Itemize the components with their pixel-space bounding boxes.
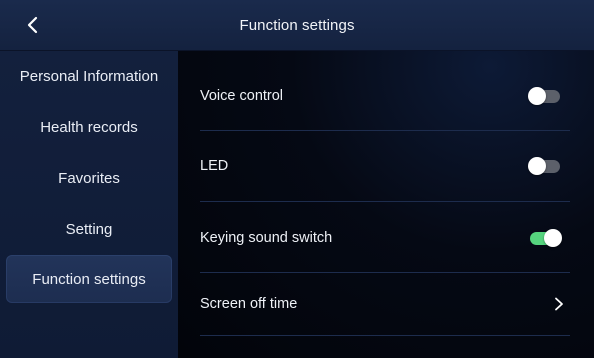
sidebar-item-favorites[interactable]: Favorites (6, 154, 172, 202)
sidebar: Personal Information Health records Favo… (0, 51, 178, 358)
settings-panel: Voice control LED Keying sound switch Sc… (178, 51, 594, 358)
sidebar-item-label: Setting (65, 220, 113, 238)
voice-control-label: Voice control (200, 88, 284, 104)
toggle-knob (528, 156, 546, 175)
sidebar-item-label: Personal Information (19, 67, 159, 85)
divider (200, 335, 570, 336)
toggle-knob (528, 86, 546, 105)
toggle-knob (544, 228, 562, 247)
sidebar-item-personal-information[interactable]: Personal Information (6, 52, 172, 100)
led-row: LED (200, 131, 570, 201)
keying-sound-toggle[interactable] (530, 228, 562, 247)
keying-sound-row: Keying sound switch (200, 203, 570, 273)
page-title: Function settings (239, 17, 355, 34)
voice-control-row: Voice control (200, 61, 570, 131)
sidebar-item-label: Health records (40, 118, 138, 136)
sidebar-item-function-settings[interactable]: Function settings (6, 255, 172, 303)
sidebar-item-label: Function settings (32, 270, 146, 288)
chevron-right-icon (552, 297, 566, 311)
screen-off-time-row[interactable]: Screen off time (200, 269, 570, 339)
divider (200, 201, 570, 202)
led-label: LED (200, 158, 229, 174)
sidebar-item-health-records[interactable]: Health records (6, 103, 172, 151)
keying-sound-label: Keying sound switch (200, 230, 333, 246)
sidebar-item-label: Favorites (58, 169, 120, 187)
voice-control-toggle[interactable] (528, 86, 560, 105)
sidebar-item-setting[interactable]: Setting (6, 205, 172, 253)
screen-off-time-label: Screen off time (200, 296, 298, 312)
led-toggle[interactable] (528, 156, 560, 175)
top-bar: Function settings (0, 0, 594, 51)
